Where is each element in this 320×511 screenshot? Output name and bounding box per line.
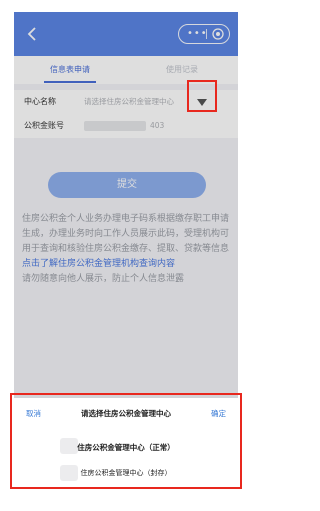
annotation-box-dropdown bbox=[187, 80, 217, 112]
annotation-box-picker bbox=[10, 393, 242, 489]
